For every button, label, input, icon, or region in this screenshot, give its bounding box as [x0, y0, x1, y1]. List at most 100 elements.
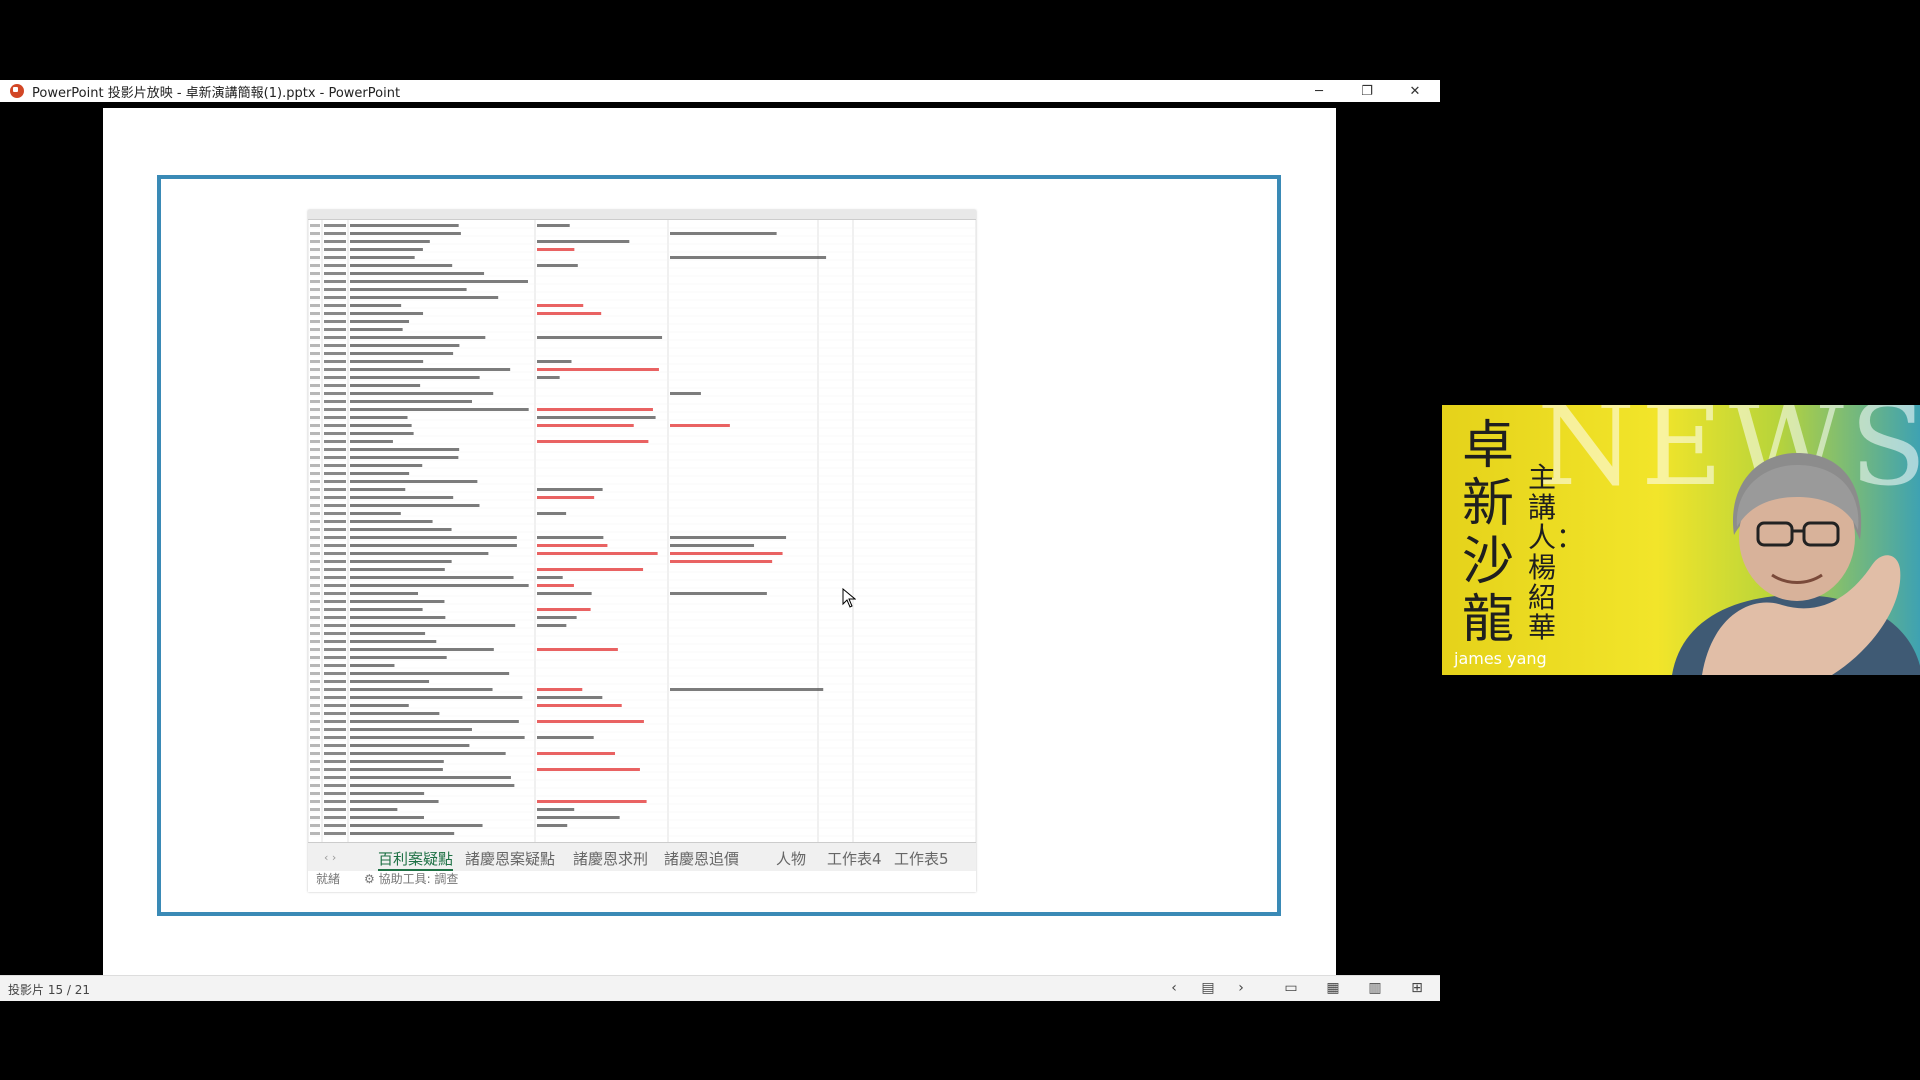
cell-text-line	[310, 528, 320, 531]
cell-text-line	[310, 712, 320, 715]
cell-text-line	[324, 808, 346, 811]
cell-text-line	[324, 232, 346, 235]
cell-text-line	[350, 248, 423, 251]
cell-text-line	[310, 320, 320, 323]
minimize-button[interactable]: ─	[1296, 80, 1342, 102]
cell-text-line	[350, 632, 426, 635]
cell-text-line	[350, 592, 419, 595]
cell-text-line	[310, 256, 320, 259]
cell-text-line	[324, 552, 346, 555]
cell-text-line	[310, 832, 320, 835]
slide-area[interactable]: ‹ › 百利案疑點 諸慶恩案疑點 諸慶恩求刑 諸慶恩追價 人物 工作表4 工作表…	[0, 102, 1440, 976]
cell-text-line	[324, 576, 346, 579]
cell-text-line	[310, 240, 320, 243]
cell-text-line	[537, 536, 604, 539]
sheet-tab: 諸慶恩追價	[664, 850, 740, 868]
presenter-avatar	[1672, 453, 1920, 675]
webcam-tile: NEWS 卓新沙龍 主講人：楊紹華 james yang	[1442, 405, 1920, 675]
cell-text-line	[670, 552, 783, 555]
cell-text-line	[350, 536, 517, 539]
cell-text-line	[537, 408, 653, 411]
cell-text-line	[350, 296, 499, 299]
cell-text-line	[310, 384, 320, 387]
cell-text-line	[310, 392, 320, 395]
cell-text-line	[350, 256, 415, 259]
cell-text-line	[537, 720, 644, 723]
cell-text-line	[324, 304, 346, 307]
prev-icon[interactable]: ‹	[1163, 979, 1185, 997]
cell-text-line	[537, 496, 595, 499]
cell-text-line	[324, 696, 346, 699]
cell-text-line	[350, 496, 454, 499]
cell-text-line	[350, 472, 410, 475]
cell-text-line	[324, 336, 346, 339]
cell-text-line	[310, 824, 320, 827]
cell-text-line	[324, 648, 346, 651]
cell-text-line	[310, 504, 320, 507]
cell-text-line	[310, 632, 320, 635]
cell-text-line	[310, 232, 320, 235]
cell-text-line	[324, 704, 346, 707]
webcam-subtitle: 主講人：楊紹華	[1528, 461, 1585, 644]
next-icon[interactable]: ›	[1230, 979, 1252, 997]
cell-text-line	[324, 800, 346, 803]
slideshow-icon[interactable]: ⊞	[1406, 979, 1428, 997]
cell-text-line	[350, 456, 459, 459]
cell-text-line	[537, 624, 567, 627]
title-bar[interactable]: PowerPoint 投影片放映 - 卓新演講簡報(1).pptx - Powe…	[0, 80, 1440, 103]
cell-text-line	[310, 448, 320, 451]
cell-text-line	[310, 376, 320, 379]
cell-text-line	[350, 832, 455, 835]
cell-text-line	[350, 824, 483, 827]
cell-text-line	[324, 544, 346, 547]
close-button[interactable]: ✕	[1392, 80, 1438, 102]
cell-text-line	[350, 752, 506, 755]
cell-text-line	[324, 440, 346, 443]
cell-text-line	[324, 448, 346, 451]
cell-text-line	[537, 704, 622, 707]
cell-text-line	[350, 384, 421, 387]
cell-text-line	[310, 432, 320, 435]
cell-text-line	[324, 248, 346, 251]
normal-view-icon[interactable]: ▭	[1280, 979, 1302, 997]
cell-text-line	[310, 720, 320, 723]
cell-text-line	[350, 568, 445, 571]
cell-text-line	[310, 296, 320, 299]
cell-text-line	[350, 424, 412, 427]
sheet-tab: 工作表5	[894, 850, 949, 868]
cell-text-line	[324, 792, 346, 795]
cell-text-line	[324, 760, 346, 763]
cell-text-line	[324, 224, 346, 227]
cell-text-line	[324, 736, 346, 739]
cell-text-line	[350, 432, 414, 435]
cell-text-line	[350, 360, 424, 363]
cell-text-line	[310, 480, 320, 483]
cell-text-line	[310, 488, 320, 491]
column-header-row	[308, 210, 976, 220]
cell-text-line	[350, 608, 423, 611]
powerpoint-app-icon	[10, 84, 24, 98]
sorter-view-icon[interactable]: ▦	[1322, 979, 1344, 997]
cell-text-line	[324, 496, 346, 499]
cell-text-line	[537, 304, 584, 307]
cell-text-line	[310, 312, 320, 315]
cell-text-line	[350, 768, 443, 771]
maximize-button[interactable]: ❐	[1344, 80, 1390, 102]
cell-text-line	[350, 800, 439, 803]
cell-text-line	[670, 688, 824, 691]
cell-text-line	[310, 624, 320, 627]
cell-text-line	[324, 592, 346, 595]
cell-text-line	[537, 416, 656, 419]
slide[interactable]: ‹ › 百利案疑點 諸慶恩案疑點 諸慶恩求刑 諸慶恩追價 人物 工作表4 工作表…	[103, 108, 1336, 976]
cell-text-line	[324, 624, 346, 627]
cell-text-line	[350, 600, 445, 603]
slide-list-icon[interactable]: ▤	[1197, 979, 1219, 997]
cell-text-line	[310, 368, 320, 371]
cell-text-line	[324, 480, 346, 483]
cell-text-line	[324, 680, 346, 683]
cell-text-line	[350, 560, 452, 563]
reading-view-icon[interactable]: ▥	[1364, 979, 1386, 997]
cell-text-line	[670, 592, 767, 595]
cell-text-line	[310, 584, 320, 587]
cell-text-line	[537, 608, 591, 611]
